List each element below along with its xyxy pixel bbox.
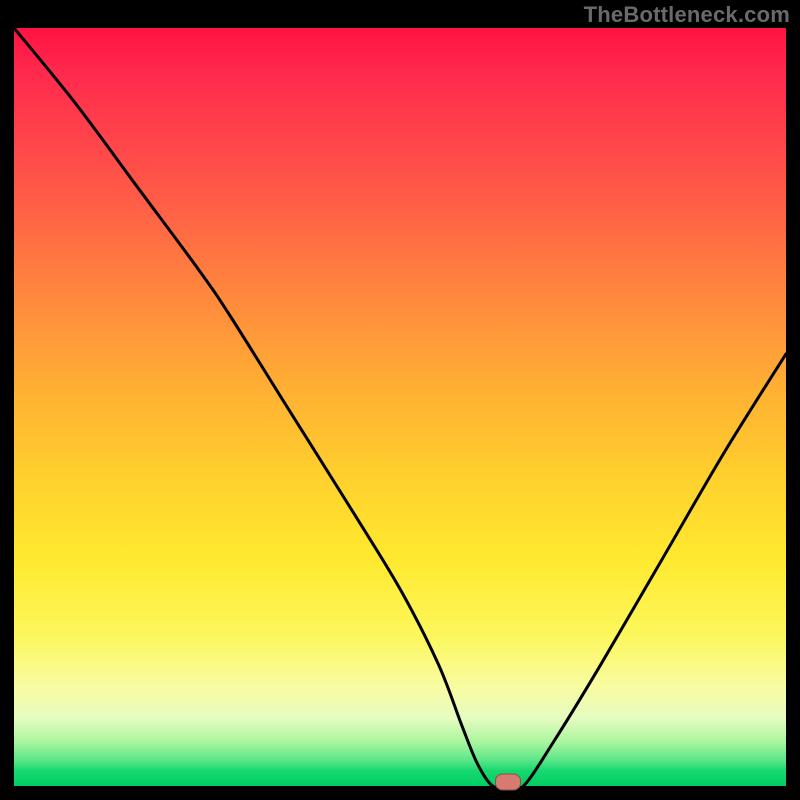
bottleneck-curve	[14, 28, 786, 786]
optimal-marker	[495, 774, 521, 791]
chart-frame: TheBottleneck.com	[0, 0, 800, 800]
plot-area	[14, 28, 786, 786]
watermark-text: TheBottleneck.com	[584, 2, 790, 28]
